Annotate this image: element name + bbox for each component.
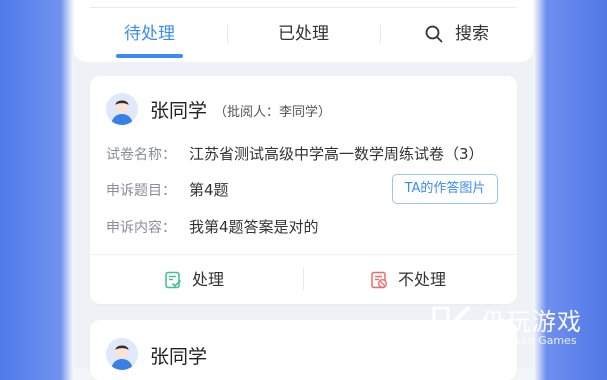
question-label: 申诉题目：: [106, 183, 176, 199]
paper-name-label: 试卷名称：: [106, 147, 176, 163]
watermark-title: 仍玩游戏: [482, 308, 582, 336]
student-avatar-icon: [106, 93, 138, 125]
avatar: [106, 338, 138, 370]
appeal-card: 张同学 （批阅人：李同学） 试卷名称： 江苏省测试高级中学高一数学周练试卷（3）…: [90, 76, 517, 304]
student-name: 张同学: [150, 346, 208, 368]
question-value: 第4题: [189, 181, 229, 199]
watermark-logo-icon: [432, 306, 470, 346]
watermark-subtitle: Rengwan Games: [484, 334, 577, 347]
action-separator: [303, 268, 304, 290]
top-divider: [90, 7, 517, 8]
process-label: 处理: [192, 270, 225, 289]
tab-active-indicator: [116, 54, 183, 58]
watermark: 仍玩游戏 Rengwan Games: [428, 302, 603, 352]
student-name: 张同学: [150, 100, 208, 122]
process-check-icon: [165, 271, 181, 289]
reject-label: 不处理: [398, 270, 447, 289]
tab-separator: [227, 25, 228, 43]
reject-icon: [371, 271, 387, 289]
avatar: [106, 93, 138, 125]
appeal-content-value: 我第4题答案是对的: [189, 218, 319, 236]
reject-button[interactable]: 不处理: [370, 268, 480, 292]
view-answer-photo-button[interactable]: TA的作答图片: [392, 174, 498, 204]
reviewer-label: （批阅人：李同学）: [214, 105, 332, 120]
tab-search[interactable]: 搜索: [452, 22, 492, 46]
tab-separator: [380, 25, 381, 43]
tab-bar: 待处理 已处理 搜索: [74, 0, 533, 62]
card-divider: [90, 254, 517, 255]
student-avatar-icon: [106, 338, 138, 370]
process-button[interactable]: 处理: [164, 268, 254, 292]
paper-name-value: 江苏省测试高级中学高一数学周练试卷（3）: [189, 145, 484, 163]
search-icon[interactable]: [425, 25, 443, 43]
tab-pending[interactable]: 待处理: [116, 22, 183, 46]
tab-processed[interactable]: 已处理: [270, 22, 337, 46]
appeal-content-label: 申诉内容：: [106, 220, 176, 236]
